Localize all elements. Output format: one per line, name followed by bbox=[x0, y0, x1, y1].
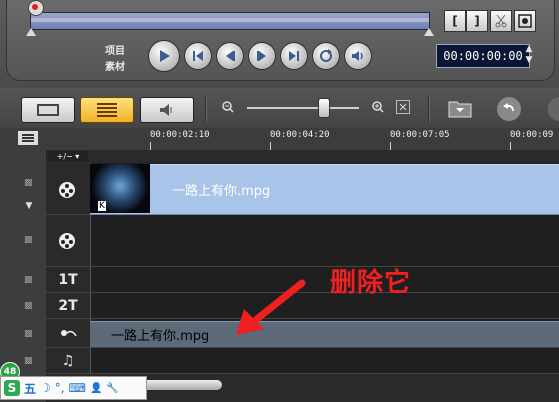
timecode-spinner[interactable]: ▲ ▼ bbox=[522, 44, 536, 66]
zoom-slider-handle[interactable] bbox=[318, 98, 330, 118]
volume-button[interactable] bbox=[344, 42, 372, 70]
video-clip-name: 一路上有你.mpg bbox=[172, 184, 271, 199]
speaker-icon bbox=[160, 104, 172, 116]
lock-icon[interactable]: ▩ bbox=[24, 178, 34, 188]
track-manager-button[interactable] bbox=[18, 131, 38, 145]
zoom-out-icon[interactable] bbox=[222, 100, 234, 114]
audio-clip-name: 一路上有你.mpg bbox=[111, 329, 210, 344]
ime-user-icon[interactable]: 👤 bbox=[90, 383, 102, 394]
overlay-track-header[interactable] bbox=[46, 215, 91, 266]
timeline-icon bbox=[97, 103, 117, 117]
title-track-2-header[interactable]: 2T bbox=[46, 293, 91, 318]
undo-button[interactable] bbox=[497, 97, 521, 121]
project-mode-label[interactable]: 项目 bbox=[105, 42, 125, 57]
undo-icon bbox=[503, 103, 514, 112]
timeline-view-button[interactable] bbox=[80, 97, 134, 123]
trim-start-marker[interactable] bbox=[26, 28, 36, 36]
lock-icon[interactable]: ▩ bbox=[24, 329, 34, 339]
ime-keyboard-icon[interactable]: ⌨ bbox=[69, 381, 86, 395]
collapse-arrow-icon[interactable]: ▼ bbox=[22, 201, 36, 211]
video-clip-thumbnail bbox=[90, 164, 150, 213]
lock-icon[interactable]: ▩ bbox=[24, 301, 34, 311]
scrubber-handle[interactable] bbox=[28, 0, 44, 16]
scissors-icon bbox=[495, 14, 507, 28]
timecode-display[interactable]: 00:00:00:00 bbox=[436, 44, 530, 68]
track-manager-icon bbox=[22, 134, 34, 142]
zoom-slider-track[interactable] bbox=[247, 107, 359, 109]
scrubber-bar[interactable] bbox=[30, 12, 430, 30]
ruler-tick bbox=[270, 142, 271, 150]
voice-track-icon bbox=[61, 330, 77, 337]
play-button[interactable] bbox=[148, 40, 180, 72]
go-start-button[interactable] bbox=[184, 42, 212, 70]
volume-icon bbox=[352, 51, 363, 61]
ime-mode-label[interactable]: 五 bbox=[24, 380, 36, 397]
ime-settings-icon[interactable]: 🔧 bbox=[106, 383, 118, 394]
ruler-tick bbox=[510, 142, 511, 150]
ruler-tick bbox=[390, 142, 391, 150]
go-end-button[interactable] bbox=[280, 42, 308, 70]
video-track-header[interactable] bbox=[46, 163, 91, 214]
go-start-icon bbox=[193, 51, 203, 61]
ime-punctuation-icon[interactable]: °, bbox=[55, 381, 65, 395]
next-frame-icon bbox=[257, 51, 266, 61]
clip-mode-label[interactable]: 素材 bbox=[105, 58, 125, 73]
toolbar-divider bbox=[428, 96, 430, 122]
trim-end-marker[interactable] bbox=[424, 28, 434, 36]
prev-frame-button[interactable] bbox=[216, 42, 244, 70]
ruler-tick-label: 00:00:07:05 bbox=[390, 130, 450, 140]
title-track-1-header[interactable]: 1T bbox=[46, 267, 91, 292]
toolbar-divider bbox=[205, 96, 207, 122]
ime-toolbar[interactable]: S 五 ☽ °, ⌨ 👤 🔧 bbox=[0, 376, 147, 400]
fullscreen-icon bbox=[518, 14, 532, 28]
horizontal-scrollbar[interactable] bbox=[142, 380, 222, 390]
lock-icon[interactable]: ▩ bbox=[24, 235, 34, 245]
storyboard-view-button[interactable] bbox=[21, 97, 75, 123]
music-track-header[interactable]: ♫ bbox=[46, 348, 91, 373]
audio-view-button[interactable] bbox=[140, 97, 194, 123]
annotation-text: 删除它 bbox=[330, 268, 412, 298]
lock-icon[interactable]: ▩ bbox=[24, 356, 34, 366]
video-track-icon bbox=[59, 181, 75, 198]
ruler-tick-label: 00:00:09 bbox=[510, 130, 554, 140]
music-track-row[interactable] bbox=[46, 348, 559, 374]
storyboard-icon bbox=[37, 104, 59, 116]
insert-media-button[interactable] bbox=[447, 97, 473, 119]
mark-in-button[interactable]: [ bbox=[444, 10, 466, 32]
ime-logo-icon[interactable]: S bbox=[4, 380, 20, 396]
add-remove-tracks-button[interactable]: +/− ▾ bbox=[48, 151, 88, 161]
repeat-icon bbox=[320, 49, 332, 62]
prev-frame-icon bbox=[226, 51, 235, 61]
ruler-tick bbox=[150, 142, 151, 150]
overlay-track-icon bbox=[59, 232, 75, 249]
ime-halfwidth-icon[interactable]: ☽ bbox=[40, 381, 51, 395]
folder-icon bbox=[448, 101, 472, 118]
annotation-arrow bbox=[236, 279, 306, 335]
timeline-ruler[interactable]: 00:00:02:10 00:00:04:20 00:00:07:05 00:0… bbox=[90, 128, 559, 150]
play-icon bbox=[160, 50, 170, 62]
next-frame-button[interactable] bbox=[248, 42, 276, 70]
lock-icon[interactable]: ▩ bbox=[24, 275, 34, 285]
split-clip-button[interactable] bbox=[490, 10, 512, 32]
ruler-tick-label: 00:00:02:10 bbox=[150, 130, 210, 140]
video-clip[interactable] bbox=[90, 164, 559, 215]
mark-out-button[interactable]: ] bbox=[466, 10, 488, 32]
fit-to-window-icon[interactable] bbox=[396, 100, 410, 114]
ruler-tick-label: 00:00:04:20 bbox=[270, 130, 330, 140]
go-end-icon bbox=[289, 51, 299, 61]
overlay-track-row[interactable] bbox=[46, 215, 559, 267]
snapshot-button[interactable] bbox=[514, 10, 536, 32]
repeat-button[interactable] bbox=[312, 42, 340, 70]
zoom-in-icon[interactable] bbox=[372, 100, 384, 114]
voice-track-header[interactable] bbox=[46, 319, 91, 347]
